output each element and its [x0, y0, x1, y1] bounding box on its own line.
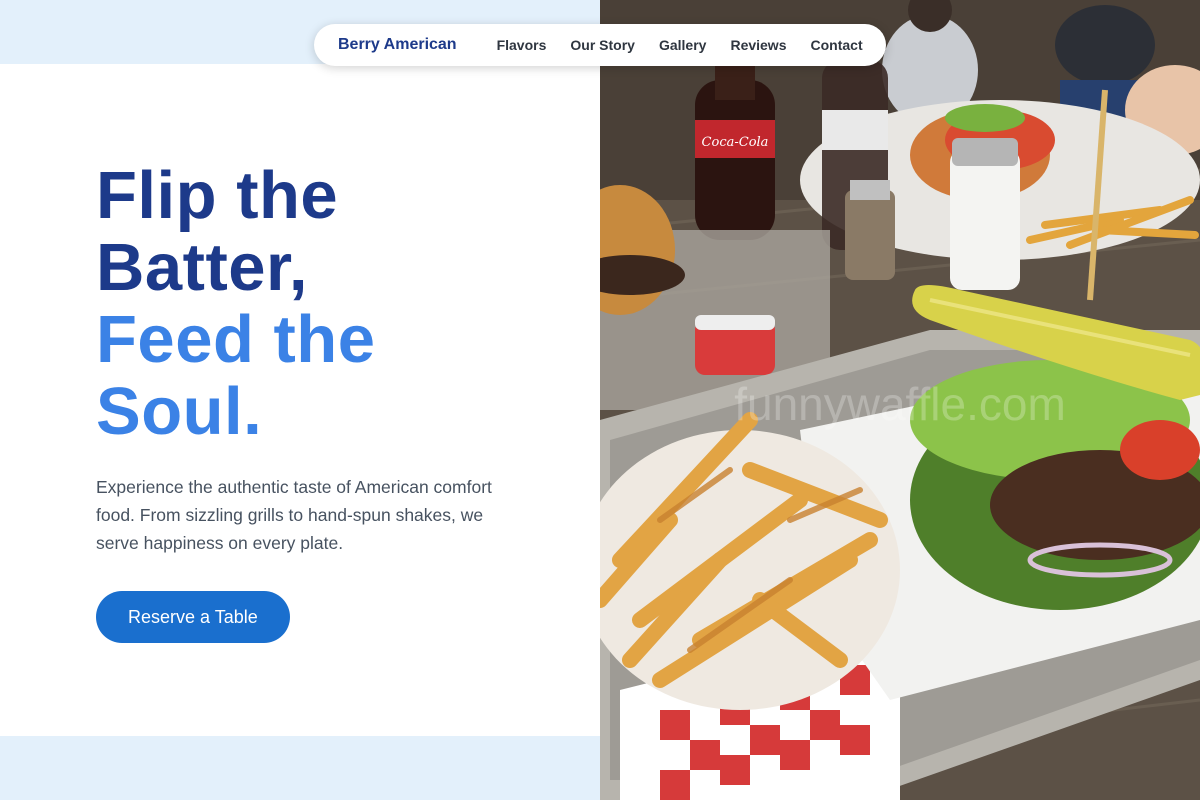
watermark-text: funnywaffle.com	[734, 378, 1066, 430]
nav-link-flavors[interactable]: Flavors	[497, 37, 547, 53]
top-nav: Berry American Flavors Our Story Gallery…	[314, 24, 886, 66]
headline-line-1: Flip the	[96, 158, 339, 233]
headline-line-2: Batter,	[96, 230, 309, 305]
headline-line-4: Soul.	[96, 374, 263, 449]
nav-link-our-story[interactable]: Our Story	[570, 37, 635, 53]
nav-links: Flavors Our Story Gallery Reviews Contac…	[497, 37, 863, 53]
headline-line-3: Feed the	[96, 302, 376, 377]
hero-description: Experience the authentic taste of Americ…	[96, 477, 492, 553]
nav-link-reviews[interactable]: Reviews	[730, 37, 786, 53]
brand-logo[interactable]: Berry American	[338, 36, 457, 54]
hero-copy: Flip the Batter, Feed the Soul. Experien…	[96, 160, 536, 643]
reserve-table-button[interactable]: Reserve a Table	[96, 591, 290, 643]
nav-link-contact[interactable]: Contact	[811, 37, 863, 53]
bottle-label: Coca-Cola	[702, 135, 769, 150]
hero-panel: Flip the Batter, Feed the Soul. Experien…	[0, 64, 600, 736]
hero-headline: Flip the Batter, Feed the Soul.	[96, 160, 536, 448]
hero-photo: Coca-Cola funnywaffle.com	[600, 0, 1200, 800]
nav-link-gallery[interactable]: Gallery	[659, 37, 706, 53]
